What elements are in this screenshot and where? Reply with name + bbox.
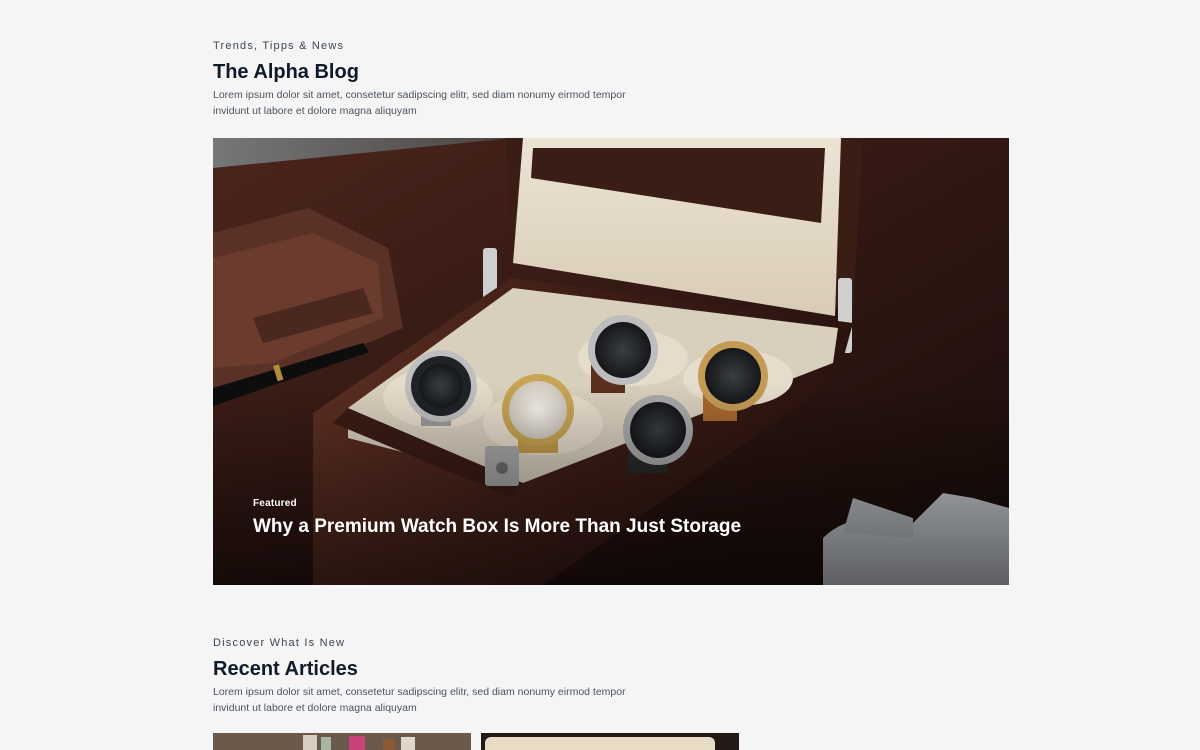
featured-article-title[interactable]: Why a Premium Watch Box Is More Than Jus… — [253, 515, 741, 539]
recent-article-card[interactable] — [213, 733, 471, 750]
featured-article-card[interactable]: Featured Why a Premium Watch Box Is More… — [213, 138, 1009, 585]
recent-article-image — [213, 733, 471, 750]
blog-header: Trends, Tipps & News The Alpha Blog Lore… — [213, 39, 633, 119]
recent-title: Recent Articles — [213, 658, 358, 680]
blog-title: The Alpha Blog — [213, 61, 359, 83]
recent-description: Lorem ipsum dolor sit amet, consetetur s… — [213, 686, 626, 714]
recent-article-card[interactable] — [481, 733, 739, 750]
blog-page: Trends, Tipps & News The Alpha Blog Lore… — [0, 0, 1200, 750]
blog-eyebrow: Trends, Tipps & News — [213, 40, 345, 52]
featured-caption: Featured Why a Premium Watch Box Is More… — [253, 497, 741, 539]
recent-article-image — [481, 733, 739, 750]
recent-eyebrow: Discover What Is New — [213, 637, 346, 649]
blog-description: Lorem ipsum dolor sit amet, consetetur s… — [213, 89, 626, 117]
featured-tag: Featured — [253, 498, 297, 509]
recent-header: Discover What Is New Recent Articles Lor… — [213, 636, 633, 716]
